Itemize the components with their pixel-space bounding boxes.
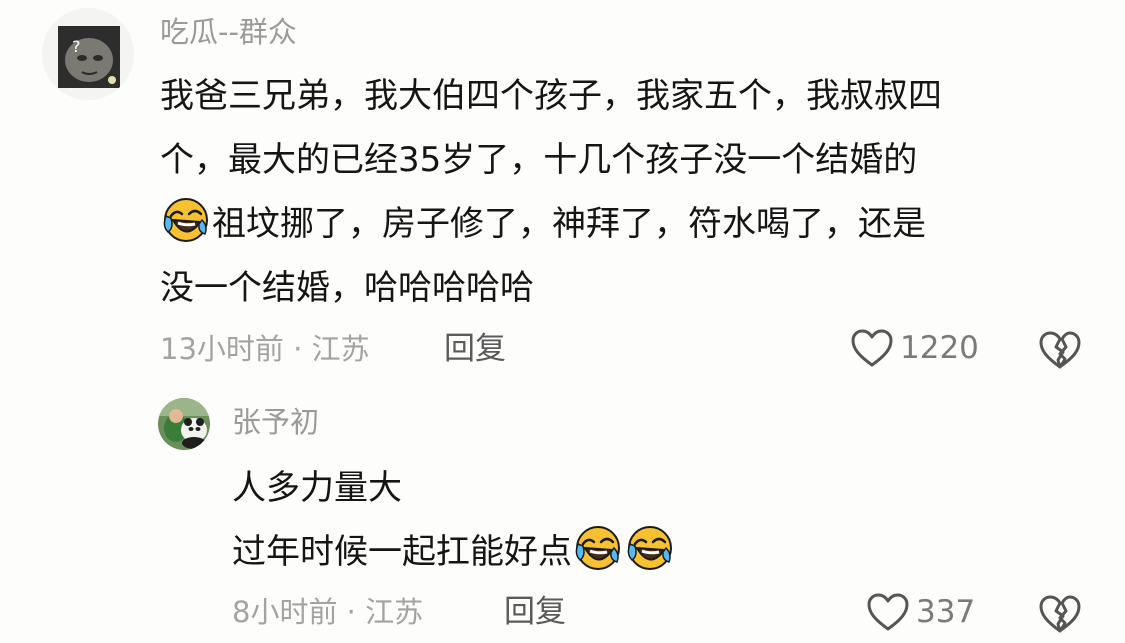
heart-icon: [867, 593, 909, 631]
svg-text:?: ?: [72, 37, 81, 56]
like-count: 337: [916, 594, 976, 630]
like-button[interactable]: 337: [866, 592, 975, 632]
comment-text-line: 祖坟挪了，房子修了，神拜了，符水喝了，还是: [212, 204, 926, 244]
comment-text: 我爸三兄弟，我大伯四个孩子，我家五个，我叔叔四 个，最大的已经35岁了，十几个孩…: [160, 64, 942, 320]
laughing-crying-emoji-icon: [574, 524, 622, 572]
avatar-panda-photo: [158, 398, 210, 450]
reply-button[interactable]: 回复: [444, 329, 506, 369]
reply-text-line-with-emoji: 过年时候一起扛能好点: [232, 520, 676, 584]
username[interactable]: 吃瓜--群众: [160, 14, 297, 50]
username[interactable]: 张予初: [232, 404, 319, 440]
dislike-button[interactable]: [1038, 594, 1082, 638]
laughing-crying-emoji-icon: [626, 524, 674, 572]
broken-heart-icon: [1039, 331, 1081, 369]
timestamp: 13小时前: [160, 332, 284, 366]
reply-text-line: 人多力量大: [232, 468, 402, 508]
comment-text-line-with-emoji: 祖坟挪了，房子修了，神拜了，符水喝了，还是: [160, 192, 942, 256]
comment-text-line: 没一个结婚，哈哈哈哈哈: [160, 268, 534, 308]
comment-meta: 13小时前 · 江苏: [160, 329, 370, 369]
location: 江苏: [311, 332, 370, 366]
avatar[interactable]: [158, 398, 210, 450]
timestamp: 8小时前: [232, 595, 338, 629]
broken-heart-icon: [1039, 595, 1081, 633]
dislike-button[interactable]: [1038, 330, 1082, 374]
meta-separator: ·: [293, 332, 303, 366]
laughing-crying-emoji-icon: [162, 196, 210, 244]
comment-text-line: 我爸三兄弟，我大伯四个孩子，我家五个，我叔叔四: [160, 76, 942, 116]
heart-icon: [851, 329, 893, 367]
reply-text-line: 过年时候一起扛能好点: [232, 532, 572, 572]
avatar-meme-image: ?: [42, 8, 134, 100]
avatar[interactable]: ?: [42, 8, 134, 100]
meta-separator: ·: [346, 595, 356, 629]
reply-button[interactable]: 回复: [504, 592, 566, 632]
reply-text: 人多力量大 过年时候一起扛能好点: [232, 456, 676, 584]
like-button[interactable]: 1220: [850, 328, 979, 368]
location: 江苏: [365, 595, 424, 629]
like-count: 1220: [900, 330, 979, 366]
comment-text-line: 个，最大的已经35岁了，十几个孩子没一个结婚的: [160, 140, 918, 180]
reply-meta: 8小时前 · 江苏: [232, 592, 423, 632]
